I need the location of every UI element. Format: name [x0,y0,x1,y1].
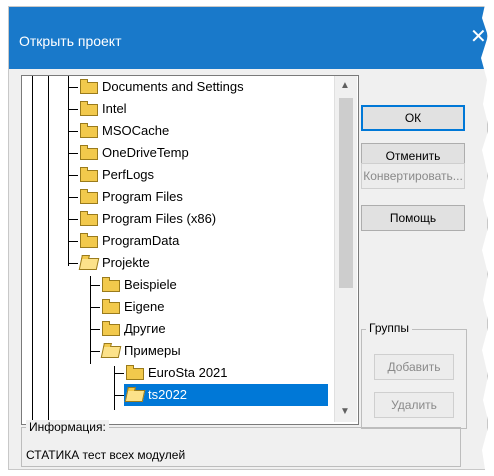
tree-line [90,351,100,352]
tree-line [68,131,78,132]
folder-icon [80,123,98,138]
tree-line [114,373,124,374]
tree-line [68,153,78,154]
tree-item-label: Program Files [102,189,183,204]
tree-scrollbar[interactable]: ▲ ▼ [334,76,357,422]
tree-line [114,395,124,396]
tree-item-label: ts2022 [148,387,188,402]
tree-item-selected[interactable]: ts2022 [124,384,328,406]
tree-item[interactable]: Примеры [100,340,328,362]
tree-line [68,109,78,110]
folder-icon [80,167,98,182]
tree-item[interactable]: ProgramData [78,230,328,252]
tree-item-label: Eigene [124,299,165,314]
folder-icon [126,365,144,380]
tree-item-label: Другие [124,321,166,336]
tree-item-label: Program Files (x86) [102,211,217,226]
tree-item[interactable]: Projekte [78,252,328,274]
scroll-thumb[interactable] [339,98,353,288]
folder-tree[interactable]: Documents and Settings Intel MSOCache On… [21,75,359,425]
folder-icon [80,189,98,204]
add-button: Добавить [374,354,454,380]
tree-line [68,197,78,198]
tree-line [68,87,78,88]
tree-line [90,307,100,308]
tree-line [68,175,78,176]
tree-item[interactable]: MSOCache [78,120,328,142]
tree-line [48,76,49,422]
tree-item-label: Documents and Settings [102,79,244,94]
open-folder-icon [124,390,146,402]
window-title: Открыть проект [19,33,122,49]
tree-item-label: ProgramData [102,233,180,248]
tree-item[interactable]: Другие [100,318,328,340]
tree-item[interactable]: Intel [78,98,328,120]
folder-icon [102,299,120,314]
torn-edge [481,0,494,476]
tree-item[interactable]: PerfLogs [78,164,328,186]
folder-icon [80,211,98,226]
groups-label: Группы [366,321,412,335]
scroll-down-icon[interactable]: ▼ [340,406,350,417]
tree-line [68,76,69,266]
scroll-up-icon[interactable]: ▲ [340,80,350,91]
tree-item[interactable]: Program Files [78,186,328,208]
open-folder-icon [100,346,122,358]
folder-icon [80,101,98,116]
open-project-dialog: Открыть проект ✕ Documents and Settings [8,6,488,470]
open-folder-icon [78,258,100,270]
title-bar[interactable]: Открыть проект ✕ [9,7,487,69]
help-button[interactable]: Помощь [361,205,465,231]
tree-item-label: Beispiele [124,277,177,292]
folder-icon [102,277,120,292]
groups-box: Группы Добавить Удалить [361,321,467,429]
tree-item[interactable]: Documents and Settings [78,76,328,98]
folder-icon [80,233,98,248]
tree-item[interactable]: EuroSta 2021 [124,362,328,384]
folder-icon [80,145,98,160]
remove-button: Удалить [374,392,454,418]
tree-item-label: MSOCache [102,123,170,138]
tree-line [32,76,33,422]
info-text: СТАТИКА тест всех модулей [26,448,186,462]
tree-item[interactable]: Beispiele [100,274,328,296]
tree-line [68,241,78,242]
tree-item-label: Intel [102,101,127,116]
tree-item-label: OneDriveTemp [102,145,189,160]
ok-button[interactable]: ОК [361,105,465,131]
tree-line [90,285,100,286]
tree-item[interactable]: OneDriveTemp [78,142,328,164]
tree-item[interactable]: Program Files (x86) [78,208,328,230]
convert-button: Конвертировать... [361,163,465,189]
folder-icon [80,79,98,94]
folder-icon [102,321,120,336]
tree-line [90,329,100,330]
tree-item[interactable]: Eigene [100,296,328,318]
tree-line [68,263,78,264]
info-box: Информация: СТАТИКА тест всех модулей [21,420,461,467]
tree-line [68,219,78,220]
tree-item-label: Примеры [124,343,181,358]
tree-item-label: EuroSta 2021 [148,365,228,380]
tree-item-label: PerfLogs [102,167,155,182]
info-label: Информация: [26,420,109,434]
tree-item-label: Projekte [102,255,150,270]
